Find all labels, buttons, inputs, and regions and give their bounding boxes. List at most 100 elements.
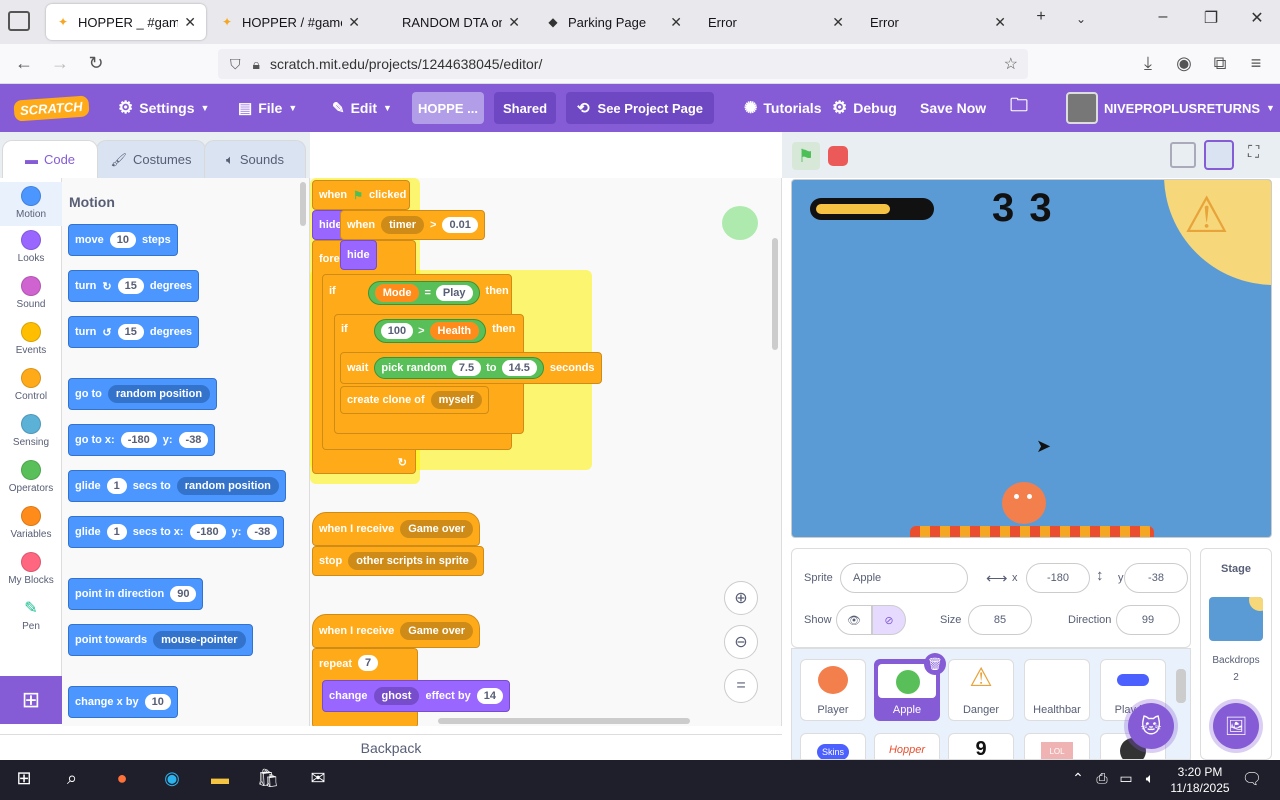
reload-icon[interactable]: ↻ [84, 53, 108, 74]
y-input[interactable]: -38 [1124, 563, 1188, 593]
sprite-tile-number[interactable]: 9 [948, 733, 1014, 759]
store-icon[interactable]: 🛍︎ [256, 768, 280, 789]
category-sensing[interactable]: Sensing [0, 414, 62, 448]
greater-than-operator-block[interactable]: 100 > Health [373, 319, 487, 343]
downloads-icon[interactable]: ⤓ [1136, 53, 1160, 74]
close-window-icon[interactable]: ✕ [1242, 8, 1272, 28]
my-stuff-folder-icon[interactable]: 🗀 [1010, 84, 1028, 132]
show-hidden-toggle[interactable]: ⊘ [872, 605, 906, 635]
file-menu[interactable]: ▤ File ▼ [238, 84, 297, 132]
file-explorer-icon[interactable]: ▬ [208, 768, 232, 789]
block-input[interactable]: 15 [117, 278, 144, 294]
backpack[interactable]: Backpack [0, 734, 782, 760]
block-input[interactable]: Play [435, 285, 473, 301]
block-input[interactable]: 100 [380, 323, 414, 339]
url-bar[interactable]: ⛉ 🔒︎ scratch.mit.edu/projects/1244638045… [218, 49, 1028, 79]
settings-menu[interactable]: ⚙ Settings ▼ [118, 84, 209, 132]
browser-tab-6[interactable]: Error ✕ [860, 4, 1016, 40]
close-tab-icon[interactable]: ✕ [348, 14, 360, 31]
block-input[interactable]: 10 [144, 694, 171, 710]
block-dropdown[interactable]: myself [430, 391, 482, 409]
block-dropdown[interactable]: Game over [400, 622, 474, 640]
horizontal-scrollbar[interactable] [438, 718, 690, 724]
browser-tab-1[interactable]: ✦ HOPPER _ #games #t ✕ [46, 4, 206, 40]
new-tab-icon[interactable]: + [1026, 8, 1056, 26]
close-tab-icon[interactable]: ✕ [994, 14, 1006, 31]
sprite-tile-skins[interactable]: Skins [800, 733, 866, 759]
block-input[interactable]: 7 [358, 655, 379, 671]
category-pen[interactable]: ✎ Pen [0, 598, 62, 632]
menu-icon[interactable]: ≡ [1244, 53, 1268, 74]
fullscreen-icon[interactable]: ⛶ [1248, 144, 1259, 162]
sprite-tile-hopper[interactable]: Hopper [874, 733, 940, 759]
category-events[interactable]: Events [0, 322, 62, 356]
category-my-blocks[interactable]: My Blocks [0, 552, 62, 586]
block-dropdown[interactable]: mouse-pointer [153, 631, 246, 649]
network-icon[interactable]: ▭ [1114, 770, 1138, 787]
forward-icon[interactable]: → [48, 53, 72, 74]
when-flag-clicked-block[interactable]: when ⚑ clicked [312, 180, 410, 210]
volume-icon[interactable]: 🔈︎ [1138, 770, 1162, 787]
vertical-scrollbar[interactable] [772, 238, 778, 350]
share-button[interactable]: Shared [494, 92, 556, 124]
size-input[interactable]: 85 [968, 605, 1032, 635]
point-in-direction-block[interactable]: point in direction 90 [68, 578, 204, 610]
block-dropdown[interactable]: Game over [400, 520, 474, 538]
glide-to-xy-block[interactable]: glide 1 secs to x: -180 y: -38 [68, 516, 285, 548]
close-tab-icon[interactable]: ✕ [670, 14, 682, 31]
code-workspace[interactable]: when ⚑ clicked hide forev ↻ if Mode = Pl… [310, 178, 782, 726]
when-receive-block-2[interactable]: when I receive Game over [312, 614, 481, 648]
scratch-logo[interactable]: SCRATCH [13, 84, 90, 132]
hide-block-2[interactable]: hide [340, 240, 377, 270]
category-sound[interactable]: Sound [0, 276, 62, 310]
mode-variable[interactable]: Mode [374, 284, 420, 302]
mail-icon[interactable]: ✉ [306, 768, 330, 789]
go-to-block[interactable]: go to random position [68, 378, 218, 410]
equals-operator-block[interactable]: Mode = Play [367, 281, 480, 305]
browser-tab-3[interactable]: RANDOM DTA on S ✕ [374, 4, 530, 40]
category-variables[interactable]: Variables [0, 506, 62, 540]
maximize-icon[interactable]: ❐ [1196, 8, 1226, 28]
large-stage-button[interactable] [1204, 140, 1234, 170]
sprite-tile-player[interactable]: Player [800, 659, 866, 721]
project-title-input[interactable]: HOPPE ... [412, 92, 484, 124]
block-dropdown[interactable]: other scripts in sprite [348, 552, 477, 570]
block-input[interactable]: -38 [247, 524, 278, 540]
stop-block[interactable]: stop other scripts in sprite [312, 546, 484, 576]
close-tab-icon[interactable]: ✕ [184, 14, 196, 31]
stage-selector-panel[interactable]: Stage Backdrops 2 🖼︎ [1200, 548, 1272, 760]
back-icon[interactable]: ← [12, 53, 36, 74]
turn-right-block[interactable]: turn ↻ 15 degrees [68, 270, 200, 302]
block-input[interactable]: 1 [106, 478, 127, 494]
block-input[interactable]: -180 [189, 524, 226, 540]
see-project-page-button[interactable]: ⟲ See Project Page [566, 92, 714, 124]
add-extension-button[interactable]: ⊞ [0, 676, 62, 724]
sprite-tile-danger[interactable]: ⚠ Danger [948, 659, 1014, 721]
tab-overflow-chevron-icon[interactable]: ⌄ [1066, 12, 1096, 26]
move-steps-block[interactable]: move 10 steps [68, 224, 178, 256]
block-input[interactable]: 1 [106, 524, 127, 540]
clock-date[interactable]: 11/18/2025 [1164, 781, 1236, 795]
edit-menu[interactable]: ✎ Edit ▼ [332, 84, 392, 132]
tab-costumes[interactable]: 🖌︎ Costumes [96, 140, 206, 178]
pick-random-block[interactable]: pick random 7.5 to 14.5 [374, 357, 544, 379]
turn-left-block[interactable]: turn ↺ 15 degrees [68, 316, 200, 348]
block-input[interactable]: 10 [109, 232, 136, 248]
windows-start-icon[interactable]: ⊞ [12, 768, 36, 789]
wait-random-block[interactable]: wait pick random 7.5 to 14.5 seconds [340, 352, 602, 384]
stage-canvas[interactable]: 3 3 ⚠ ➤ [791, 179, 1272, 538]
search-icon[interactable]: ⌕ [60, 768, 84, 789]
minimize-icon[interactable]: – [1148, 8, 1178, 26]
extensions-icon[interactable]: ⧉ [1208, 53, 1232, 74]
sprite-name-input[interactable]: Apple [840, 563, 968, 593]
tab-code[interactable]: ▬ Code [2, 140, 98, 178]
category-looks[interactable]: Looks [0, 230, 62, 264]
zoom-reset-button[interactable]: = [724, 669, 758, 703]
green-flag-button[interactable]: ⚑ [792, 142, 820, 170]
category-control[interactable]: Control [0, 368, 62, 402]
change-x-block[interactable]: change x by 10 [68, 686, 178, 718]
firefox-icon[interactable]: ● [110, 768, 134, 789]
show-visible-toggle[interactable]: 👁︎ [836, 605, 872, 635]
block-input[interactable]: 90 [170, 586, 197, 602]
change-ghost-effect-block[interactable]: change ghost effect by 14 [322, 680, 510, 712]
